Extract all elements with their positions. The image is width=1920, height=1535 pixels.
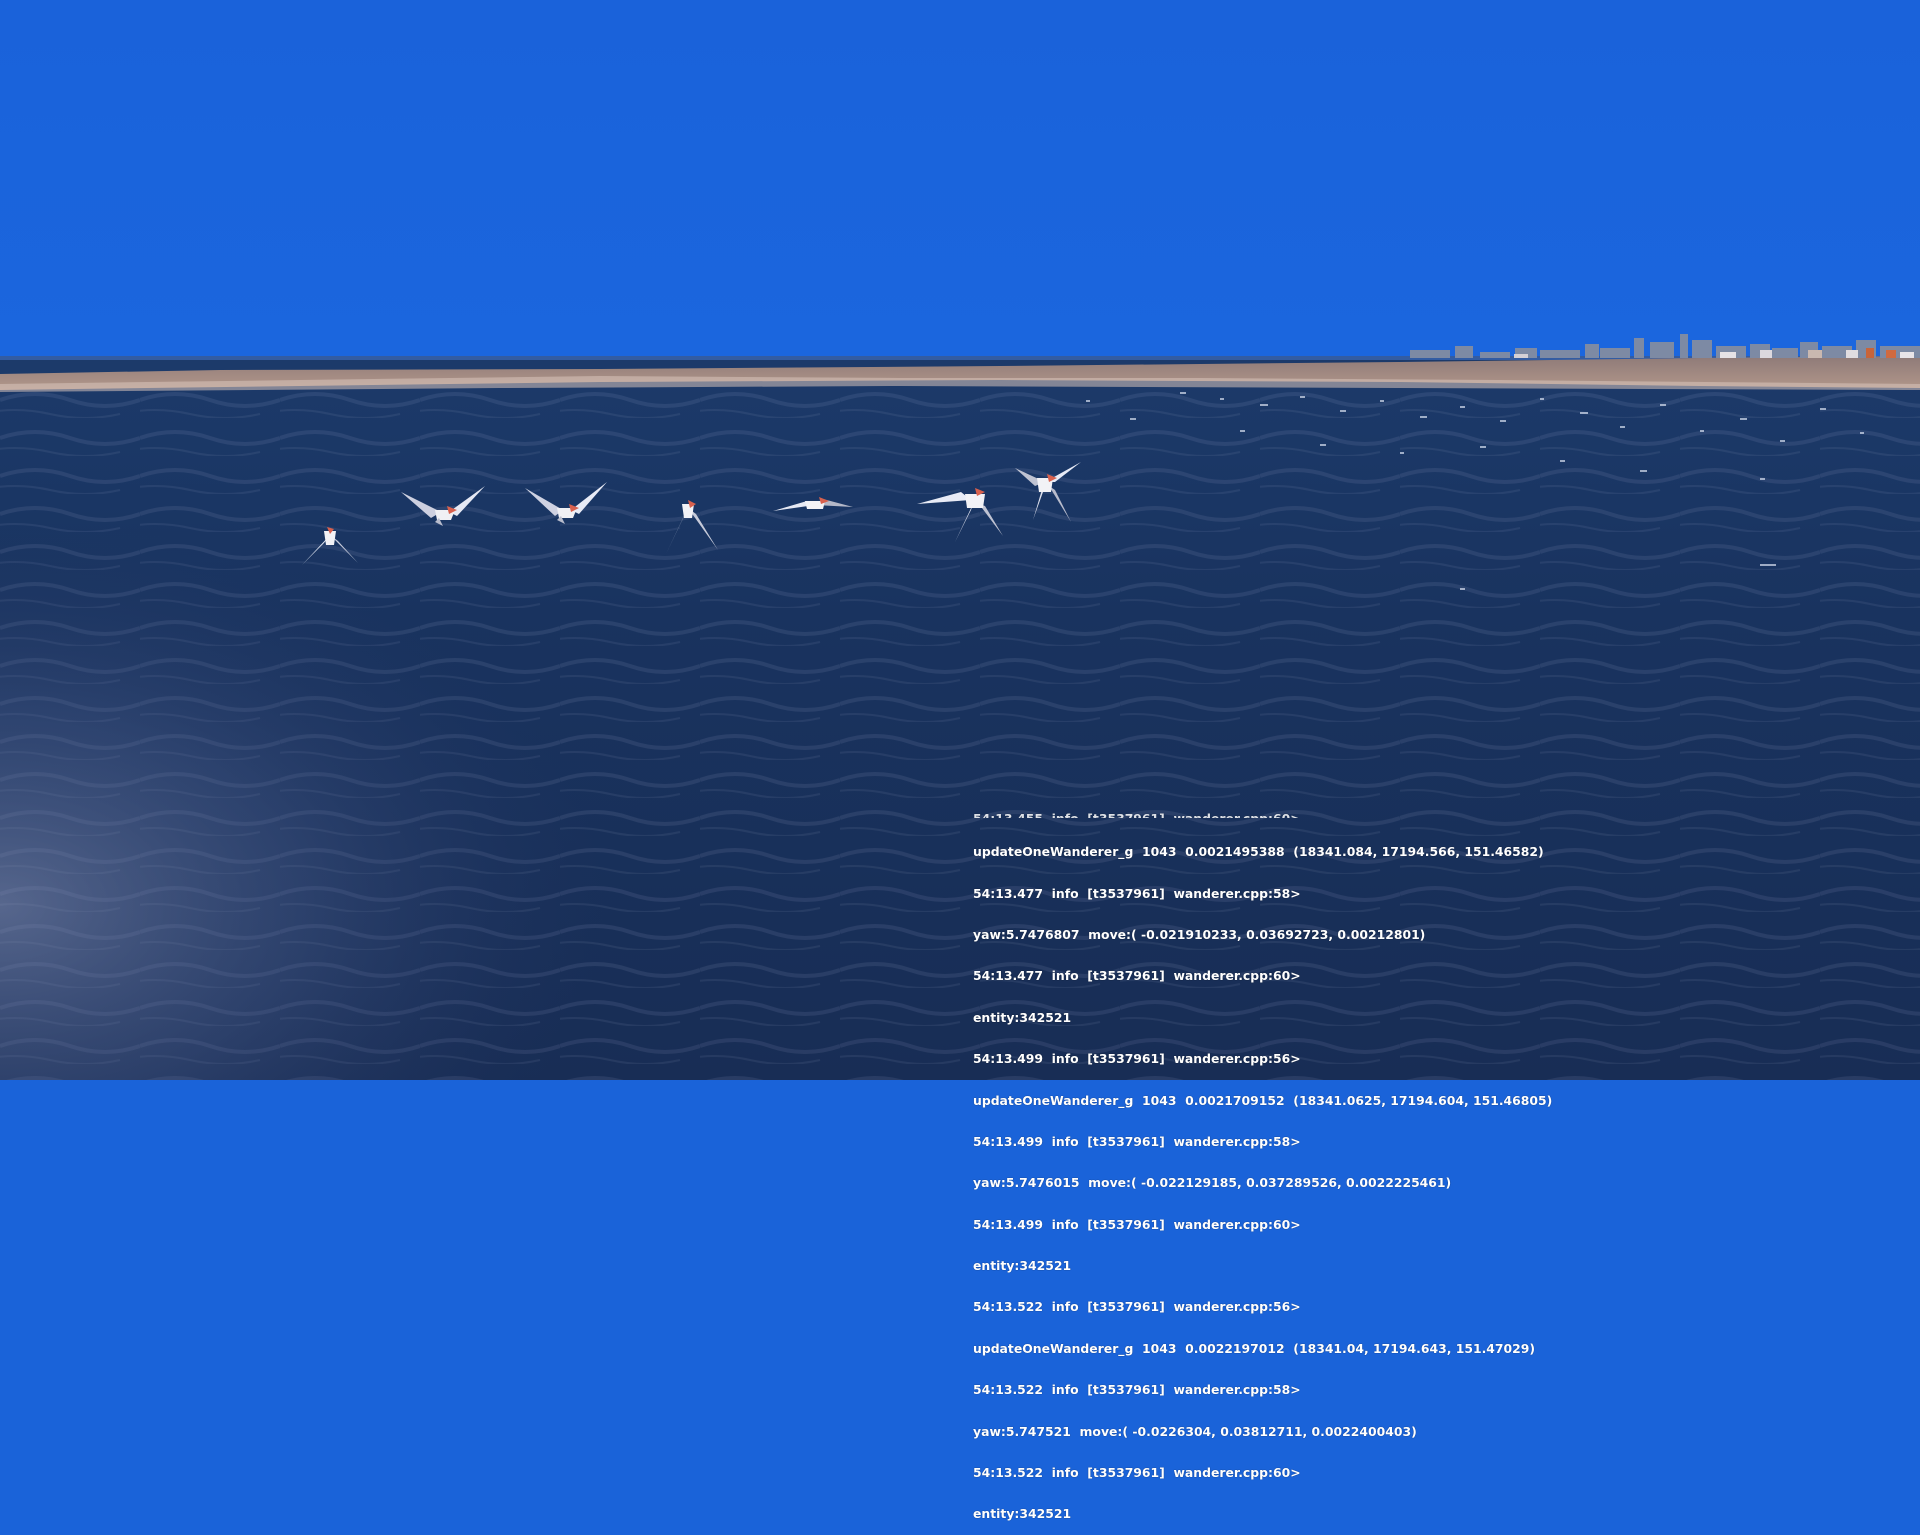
debug-log-line: entity:342521 bbox=[973, 1258, 1072, 1274]
debug-log-overlay: 54:13.455 info [t3537961] wanderer.cpp:6… bbox=[973, 784, 1553, 1535]
debug-log-line: 54:13.522 info [t3537961] wanderer.cpp:5… bbox=[973, 1299, 1301, 1315]
debug-log-line: entity:342521 bbox=[973, 1506, 1072, 1522]
debug-log-line: 54:13.477 info [t3537961] wanderer.cpp:5… bbox=[973, 885, 1301, 901]
debug-log-line: updateOneWanderer_g 1043 0.0021495388 (1… bbox=[973, 844, 1544, 860]
game-viewport[interactable] bbox=[0, 0, 1920, 1080]
debug-log-line: entity:342521 bbox=[973, 1009, 1072, 1025]
sky bbox=[0, 0, 1920, 362]
debug-log-line: updateOneWanderer_g 1043 0.0021709152 (1… bbox=[973, 1092, 1553, 1108]
debug-log-line: 54:13.522 info [t3537961] wanderer.cpp:6… bbox=[973, 1465, 1301, 1481]
debug-log-line: yaw:5.7476807 move:( -0.021910233, 0.036… bbox=[973, 926, 1426, 942]
debug-log-partial-line: 54:13.455 info [t3537961] wanderer.cpp:6… bbox=[973, 812, 1533, 818]
sea-glare bbox=[0, 380, 1100, 1080]
debug-log-line: 54:13.499 info [t3537961] wanderer.cpp:6… bbox=[973, 1216, 1301, 1232]
debug-log-line: yaw:5.747521 move:( -0.0226304, 0.038127… bbox=[973, 1423, 1417, 1439]
debug-log-line: 54:13.499 info [t3537961] wanderer.cpp:5… bbox=[973, 1051, 1301, 1067]
debug-log-line: 54:13.477 info [t3537961] wanderer.cpp:6… bbox=[973, 968, 1301, 984]
debug-log-line: updateOneWanderer_g 1043 0.0022197012 (1… bbox=[973, 1340, 1536, 1356]
debug-log-line: 54:13.499 info [t3537961] wanderer.cpp:5… bbox=[973, 1133, 1301, 1149]
debug-log-line: yaw:5.7476015 move:( -0.022129185, 0.037… bbox=[973, 1175, 1452, 1191]
debug-log-line: 54:13.522 info [t3537961] wanderer.cpp:5… bbox=[973, 1382, 1301, 1398]
